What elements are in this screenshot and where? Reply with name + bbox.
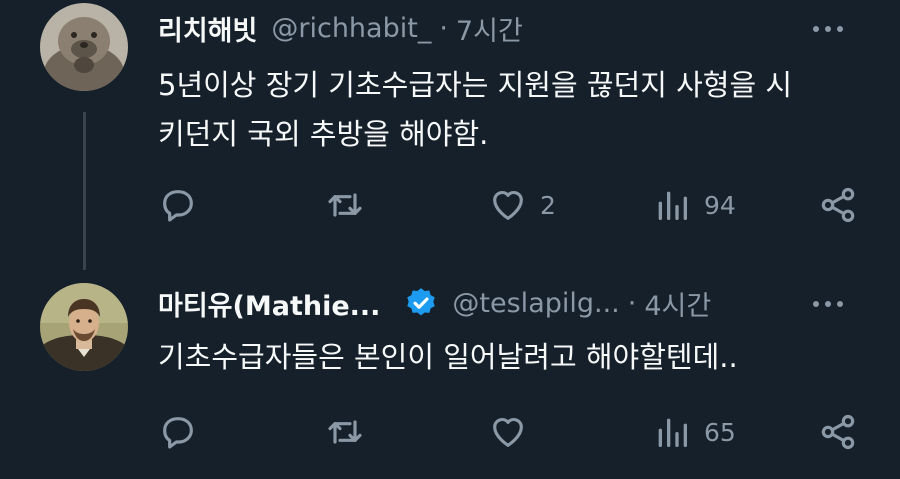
views-button[interactable]: 65 — [652, 408, 736, 456]
views-icon — [658, 191, 687, 220]
action-bar: 65 — [0, 408, 900, 456]
tweet-text-line: 키던지 국외 추방을 해야함. — [158, 117, 489, 151]
share-icon — [821, 414, 855, 450]
retweet-icon — [328, 193, 362, 217]
like-count: 2 — [540, 190, 556, 220]
retweet-button[interactable] — [325, 408, 377, 456]
otter-avatar-image — [40, 3, 128, 91]
tweet[interactable]: 마티유(Mathie... @teslapilg... · 4시간 기초수급자들… — [0, 270, 900, 479]
views-icon — [658, 418, 687, 447]
retweet-button[interactable] — [325, 181, 377, 229]
views-count: 65 — [704, 417, 736, 447]
like-button[interactable]: 2 — [488, 181, 556, 229]
avatar[interactable] — [40, 283, 128, 371]
reply-icon — [163, 417, 193, 449]
portrait-avatar-image — [40, 283, 128, 371]
more-icon — [813, 301, 843, 307]
tweet-header: 리치해빗 @richhabit_ · 7시간 — [158, 8, 523, 48]
tweet-text-line: 5년이상 장기 기초수급자는 지원을 끊던지 사형을 시 — [158, 68, 793, 102]
views-count: 94 — [704, 190, 736, 220]
verified-badge-icon[interactable] — [404, 286, 438, 320]
more-options-button[interactable] — [808, 14, 848, 44]
reply-button[interactable] — [158, 181, 210, 229]
tweet[interactable]: 리치해빗 @richhabit_ · 7시간 5년이상 장기 기초수급자는 지원… — [0, 0, 900, 270]
action-bar: 2 94 — [0, 181, 900, 229]
share-button[interactable] — [818, 181, 858, 229]
separator-dot: · — [439, 12, 448, 44]
tweet-text: 5년이상 장기 기초수급자는 지원을 끊던지 사형을 시 키던지 국외 추방을 … — [158, 61, 858, 159]
share-button[interactable] — [818, 408, 858, 456]
retweet-icon — [328, 420, 362, 444]
like-icon — [493, 190, 523, 220]
like-icon — [493, 417, 523, 447]
user-handle[interactable]: @richhabit_ — [271, 13, 431, 44]
avatar[interactable] — [40, 3, 128, 91]
more-icon — [813, 26, 843, 32]
tweet-header: 마티유(Mathie... @teslapilg... · 4시간 — [158, 283, 711, 323]
timestamp[interactable]: 4시간 — [644, 284, 711, 323]
views-button[interactable]: 94 — [652, 181, 736, 229]
reply-icon — [163, 190, 193, 222]
user-handle[interactable]: @teslapilg... — [452, 288, 619, 319]
separator-dot: · — [627, 287, 637, 319]
share-icon — [821, 187, 855, 223]
tweet-text-line: 기초수급자들은 본인이 일어날려고 해야할텐데.. — [158, 340, 738, 374]
more-options-button[interactable] — [808, 289, 848, 319]
display-name[interactable]: 리치해빗 — [158, 9, 257, 48]
like-button[interactable] — [488, 408, 540, 456]
display-name[interactable]: 마티유(Mathie... — [158, 284, 380, 323]
reply-button[interactable] — [158, 408, 210, 456]
timestamp[interactable]: 7시간 — [456, 9, 523, 48]
tweet-text: 기초수급자들은 본인이 일어날려고 해야할텐데.. — [158, 333, 858, 382]
